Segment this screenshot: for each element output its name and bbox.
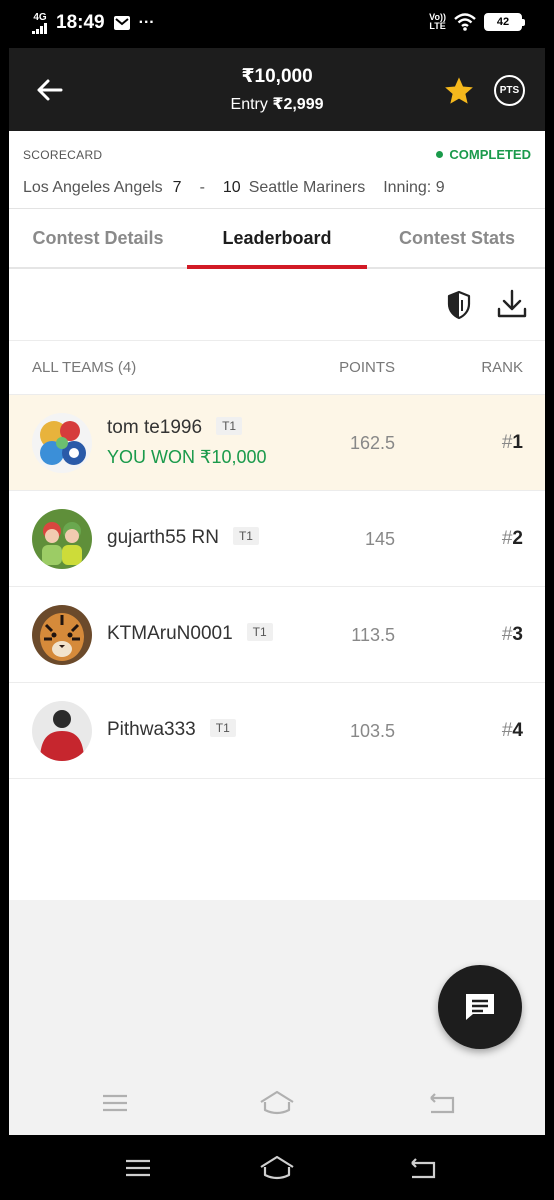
compare-shield-icon [447,290,471,320]
more-notifications: ··· [138,14,155,31]
team-badge: T1 [232,527,259,545]
back-nav-icon [430,1093,455,1114]
scorecard-label: SCORECARD [23,148,103,162]
col-all-teams: ALL TEAMS (4) [32,359,137,376]
favorite-button[interactable] [443,75,475,107]
signal-bars-icon [32,22,47,34]
team2-score: 10 [222,179,241,196]
points-value: 113.5 [351,625,395,645]
username: KTMAruN0001 T1 [107,623,273,645]
message-notification-icon [113,16,130,30]
username: tom te1996 T1 [107,417,243,439]
signal-indicator: 4G [32,11,48,34]
rank-value: #3 [501,624,523,645]
table-row[interactable]: Pithwa333 T1 103.5 #4 [9,683,545,779]
inning: Inning: 9 [383,179,445,196]
menu-nav-button[interactable] [97,1088,133,1118]
rank-value: #1 [501,432,523,453]
winnings-label: YOU WON ₹10,000 [107,447,267,467]
download-icon [497,289,527,318]
leaderboard-header: ALL TEAMS (4) POINTS RANK [9,341,545,395]
avatar [32,701,92,761]
table-row[interactable]: KTMAruN0001 T1 113.5 #3 [9,587,545,683]
status-bar: 4G 18:49 ··· Vo)) LTE 42 [0,0,554,48]
points-system-button[interactable]: PTS [494,75,525,106]
back-nav-button[interactable] [423,1088,459,1118]
tab-contest-stats[interactable]: Contest Stats [377,209,537,269]
team2-name: Seattle Mariners [248,179,366,196]
avatar [32,509,92,569]
match-score: Los Angeles Angels 7 - 10 Seattle Marine… [23,179,445,197]
star-icon [445,77,473,104]
wifi-icon [454,13,476,31]
username: gujarth55 RN T1 [107,527,259,549]
menu-icon [126,1159,150,1177]
points-value: 162.5 [349,433,395,453]
back-nav-icon [411,1158,436,1179]
rank-value: #4 [501,720,523,741]
battery-indicator: 42 [484,13,525,31]
col-points: POINTS [339,359,395,376]
system-back-button[interactable] [404,1153,440,1183]
team-badge: T1 [216,417,243,435]
in-app-nav-bar [9,1070,545,1135]
avatar [32,413,92,473]
home-icon [260,1155,294,1180]
compare-button[interactable] [443,289,475,321]
home-nav-button[interactable] [259,1088,295,1118]
tab-leaderboard[interactable]: Leaderboard [187,209,367,269]
tab-contest-details[interactable]: Contest Details [17,209,179,269]
status-badge: COMPLETED [436,147,531,162]
scorecard: SCORECARD COMPLETED Los Angeles Angels 7… [9,131,545,209]
points-value: 145 [364,529,395,549]
team1-score: 7 [172,179,182,196]
team-badge: T1 [209,719,236,737]
volte-indicator: Vo)) LTE [429,12,446,31]
points-value: 103.5 [349,721,395,741]
tab-bar: Contest Details Leaderboard Contest Stat… [9,209,545,269]
home-icon [260,1090,294,1115]
contest-header: ₹10,000 Entry ₹2,999 PTS [9,48,545,131]
username: Pithwa333 T1 [107,719,236,741]
chat-button[interactable] [438,965,522,1049]
menu-icon [103,1094,127,1112]
clock: 18:49 [56,12,105,33]
table-row[interactable]: tom te1996 T1 YOU WON ₹10,000 162.5 #1 [9,395,545,491]
chat-icon [466,994,494,1020]
team1-name: Los Angeles Angels [23,179,163,196]
avatar [32,605,92,665]
status-dot-icon [436,151,444,158]
score-separator: - [199,179,205,196]
app-frame: ₹10,000 Entry ₹2,999 PTS SCORECARD COMPL… [9,48,545,1135]
leaderboard-toolbar [9,269,545,341]
system-menu-button[interactable] [120,1153,156,1183]
network-type: 4G [33,11,47,23]
system-home-button[interactable] [259,1153,295,1183]
download-button[interactable] [495,287,529,321]
table-row[interactable]: gujarth55 RN T1 145 #2 [9,491,545,587]
rank-value: #2 [501,528,523,549]
leaderboard-list: tom te1996 T1 YOU WON ₹10,000 162.5 #1 gu [9,395,545,779]
col-rank: RANK [481,359,523,376]
system-nav-bar [0,1135,554,1200]
team-badge: T1 [246,623,273,641]
